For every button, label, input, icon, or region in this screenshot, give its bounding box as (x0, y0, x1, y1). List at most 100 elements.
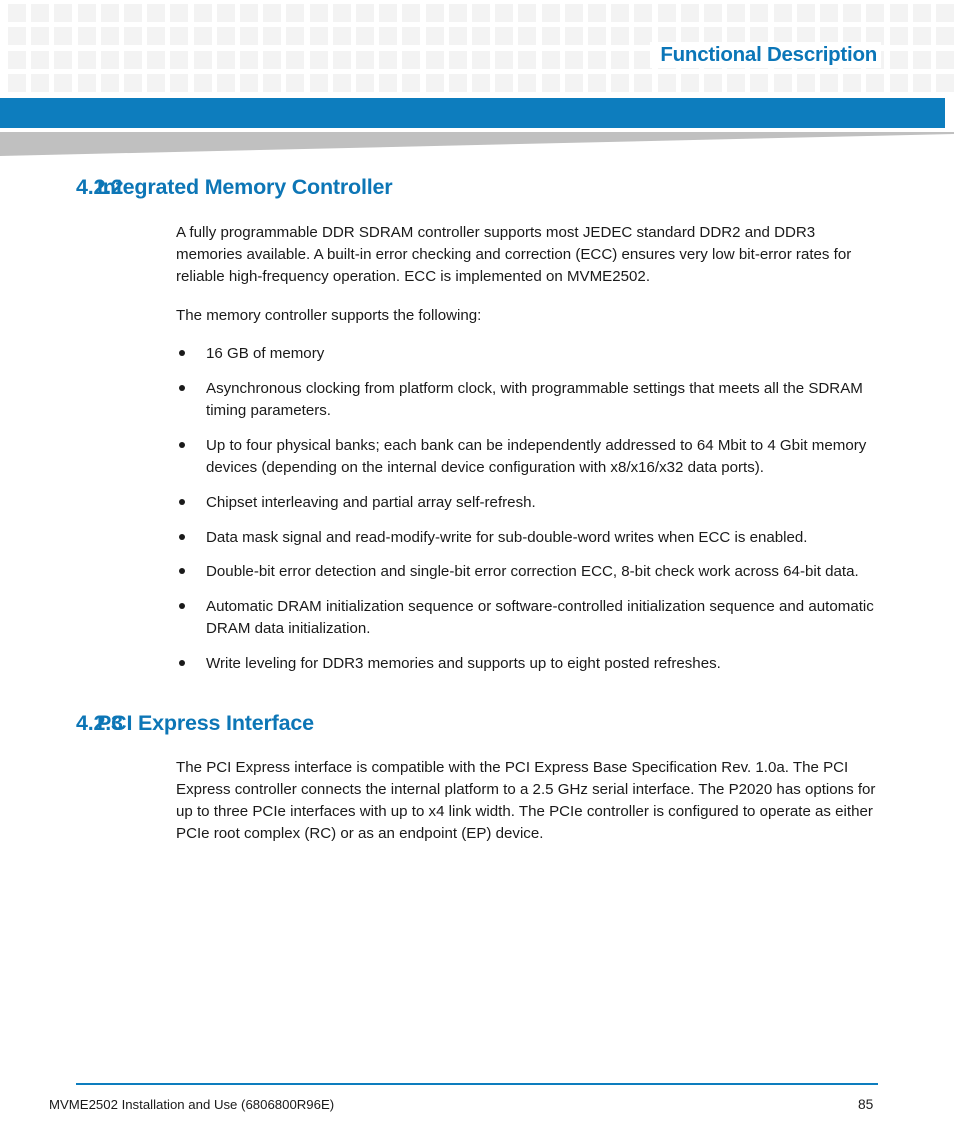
grid-square (889, 50, 908, 69)
grid-square (170, 73, 189, 92)
grid-square (379, 50, 398, 69)
grid-square (240, 50, 258, 69)
grid-square (936, 4, 954, 22)
grid-square (912, 4, 931, 22)
grid-square (634, 4, 653, 22)
grid-square (541, 4, 560, 22)
section-4-2-2: 4.2.2 Integrated Memory Controller A ful… (0, 175, 954, 675)
header-gray-wedge (0, 132, 954, 160)
grid-square (124, 50, 142, 69)
section-body: The PCI Express interface is compatible … (176, 757, 878, 845)
grid-square (193, 4, 212, 22)
grid-square (170, 50, 189, 69)
grid-square (889, 27, 908, 46)
grid-square (912, 27, 931, 46)
grid-square (495, 73, 514, 92)
grid-square (31, 4, 50, 22)
section-title: PCI Express Interface (97, 711, 314, 736)
grid-square (495, 4, 514, 22)
page-header: Functional Description (0, 0, 954, 93)
grid-square (472, 27, 490, 46)
grid-square (472, 73, 490, 92)
grid-square (54, 50, 73, 69)
grid-square (680, 73, 699, 92)
page-content: 4.2.2 Integrated Memory Controller A ful… (0, 175, 954, 845)
bullet-dot-icon (179, 441, 185, 448)
grid-square (356, 50, 374, 69)
grid-square (124, 4, 142, 22)
grid-square (286, 50, 305, 69)
list-item: Chipset interleaving and partial array s… (176, 492, 878, 514)
grid-square (773, 73, 792, 92)
grid-square (240, 4, 258, 22)
grid-square (936, 50, 954, 69)
list-item-text: Automatic DRAM initialization sequence o… (206, 598, 874, 638)
grid-square (518, 50, 537, 69)
bullet-dot-icon (179, 533, 185, 540)
grid-square (402, 27, 421, 46)
bullet-dot-icon (179, 568, 185, 575)
section-heading: 4.2.3 PCI Express Interface (0, 711, 954, 736)
grid-square (286, 27, 305, 46)
grid-square (332, 27, 351, 46)
grid-square (100, 4, 119, 22)
grid-square (495, 27, 514, 46)
grid-square (216, 4, 235, 22)
grid-square (124, 27, 142, 46)
grid-square (170, 27, 189, 46)
grid-square (54, 4, 73, 22)
grid-square (54, 27, 73, 46)
grid-square (332, 4, 351, 22)
list-item-text: 16 GB of memory (206, 344, 325, 362)
grid-square (541, 50, 560, 69)
grid-square (425, 50, 444, 69)
grid-square (518, 27, 537, 46)
grid-square (564, 27, 583, 46)
grid-square (634, 73, 653, 92)
grid-square (332, 73, 351, 92)
grid-square (704, 4, 722, 22)
grid-square (8, 27, 26, 46)
list-item: Asynchronous clocking from platform cloc… (176, 378, 878, 422)
section-body: A fully programmable DDR SDRAM controlle… (176, 222, 878, 675)
grid-square (796, 73, 815, 92)
bullet-dot-icon (179, 349, 185, 356)
grid-square (796, 4, 815, 22)
grid-square (240, 27, 258, 46)
list-item-text: Asynchronous clocking from platform cloc… (206, 379, 863, 419)
grid-square (147, 73, 166, 92)
section-title: Integrated Memory Controller (97, 175, 393, 199)
grid-square (472, 50, 490, 69)
feature-bullet-list: 16 GB of memory Asynchronous clocking fr… (176, 343, 878, 675)
grid-square (588, 50, 606, 69)
grid-square (77, 4, 96, 22)
grid-square (147, 27, 166, 46)
grid-square (216, 50, 235, 69)
grid-square (611, 73, 630, 92)
grid-square (541, 27, 560, 46)
grid-square (193, 50, 212, 69)
grid-square (657, 4, 676, 22)
grid-square (147, 50, 166, 69)
grid-square (309, 73, 328, 92)
grid-square (889, 73, 908, 92)
grid-square (263, 4, 282, 22)
grid-square (402, 50, 421, 69)
grid-square (611, 4, 630, 22)
grid-square (541, 73, 560, 92)
grid-square (216, 27, 235, 46)
grid-square (31, 73, 50, 92)
grid-square (356, 27, 374, 46)
list-item-text: Double-bit error detection and single-bi… (206, 563, 859, 581)
grid-square (750, 4, 769, 22)
header-blue-bar (0, 98, 945, 128)
grid-square (889, 4, 908, 22)
grid-square (77, 50, 96, 69)
grid-square (564, 4, 583, 22)
grid-square (31, 50, 50, 69)
grid-square (680, 4, 699, 22)
list-item: 16 GB of memory (176, 343, 878, 365)
grid-square (495, 50, 514, 69)
grid-square (564, 50, 583, 69)
grid-square (309, 4, 328, 22)
